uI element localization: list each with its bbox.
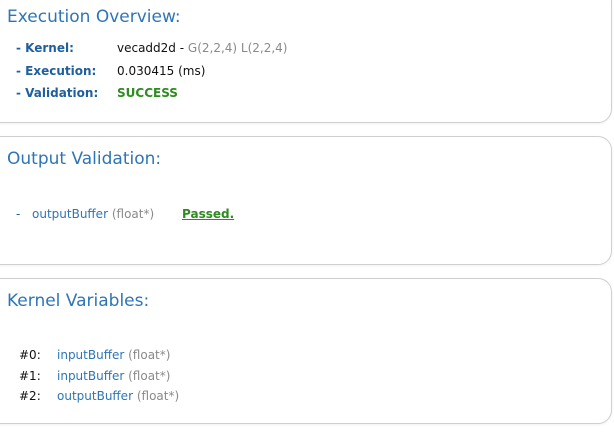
validation-value: SUCCESS bbox=[117, 86, 178, 100]
variable-row: #2: outputBuffer (float*) bbox=[19, 389, 179, 403]
kernel-label: - Kernel: bbox=[16, 41, 74, 55]
kernel-row: - Kernel: bbox=[16, 41, 74, 55]
variable-row: #0: inputBuffer (float*) bbox=[19, 348, 170, 362]
validation-status-link[interactable]: Passed. bbox=[182, 207, 234, 221]
kernel-value: vecadd2d - G(2,2,4) L(2,2,4) bbox=[117, 41, 287, 55]
execution-overview-panel: Execution Overview: - Kernel: vecadd2d -… bbox=[0, 0, 612, 123]
validation-item-name: outputBuffer bbox=[32, 207, 109, 221]
validation-value-wrap: SUCCESS bbox=[117, 86, 178, 100]
variable-index: #0: bbox=[19, 348, 41, 362]
variable-row: #1: inputBuffer (float*) bbox=[19, 369, 170, 383]
variable-type: (float*) bbox=[128, 348, 171, 362]
execution-row: - Execution: bbox=[16, 64, 96, 78]
execution-label: - Execution: bbox=[16, 64, 97, 78]
validation-item: - bbox=[16, 207, 20, 221]
kernel-variables-title: Kernel Variables: bbox=[7, 291, 150, 311]
variable-type: (float*) bbox=[128, 369, 171, 383]
validation-row: - Validation: bbox=[16, 86, 98, 100]
kernel-separator: - bbox=[175, 41, 188, 55]
variable-index: #2: bbox=[19, 389, 41, 403]
execution-value: 0.030415 (ms) bbox=[117, 64, 206, 78]
validation-item-status-wrap: Passed. bbox=[182, 207, 234, 221]
variable-name: outputBuffer bbox=[57, 389, 134, 403]
variable-name: inputBuffer bbox=[57, 369, 125, 383]
output-validation-title: Output Validation: bbox=[7, 149, 162, 169]
variable-type: (float*) bbox=[136, 389, 180, 403]
kernel-variables-panel: Kernel Variables: #0: inputBuffer (float*… bbox=[0, 278, 612, 424]
kernel-name: vecadd2d bbox=[117, 41, 176, 55]
validation-item-dash: - bbox=[16, 207, 21, 221]
execution-overview-title: Execution Overview: bbox=[7, 7, 181, 27]
execution-value-wrap: 0.030415 (ms) bbox=[117, 64, 205, 78]
validation-item-buffer: outputBuffer (float*) bbox=[32, 207, 154, 221]
validation-item-type: (float*) bbox=[111, 207, 155, 221]
variable-name: inputBuffer bbox=[57, 348, 125, 362]
validation-label: - Validation: bbox=[16, 86, 99, 100]
output-validation-panel: Output Validation: - outputBuffer (float… bbox=[0, 136, 612, 265]
kernel-dims: G(2,2,4) L(2,2,4) bbox=[187, 41, 288, 55]
variable-index: #1: bbox=[19, 369, 41, 383]
